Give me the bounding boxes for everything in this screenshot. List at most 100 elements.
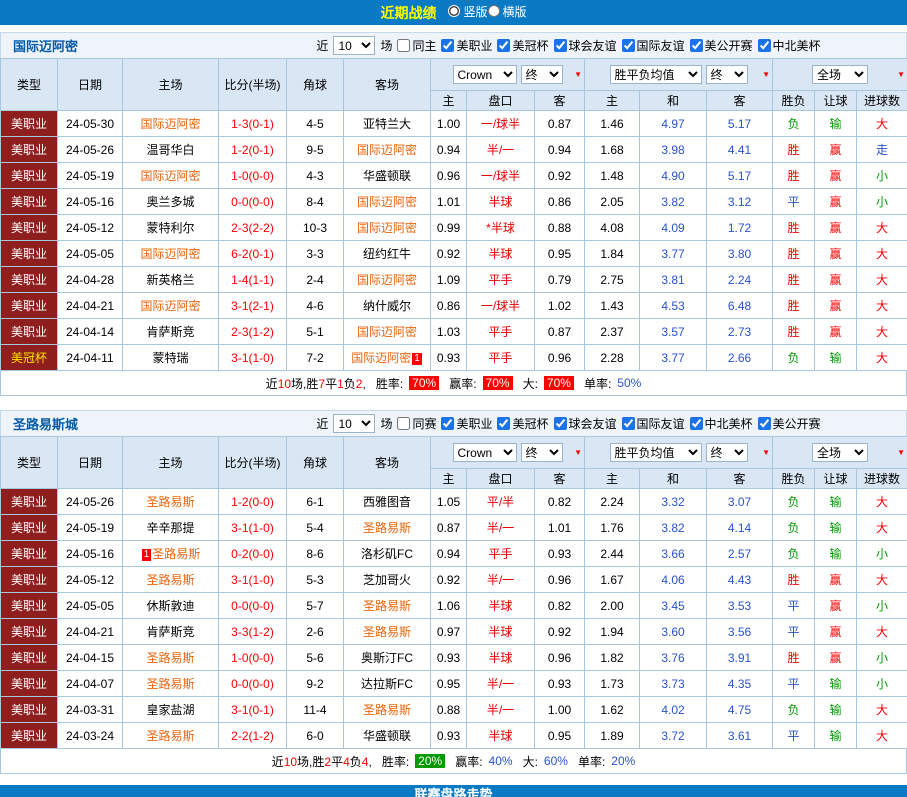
team-link[interactable]: 国际迈阿密 (140, 169, 200, 183)
team-link[interactable]: 国际迈阿密 (140, 247, 200, 261)
asian-odds-group-header: Crown终 ▼ (431, 59, 585, 91)
team-link[interactable]: 华盛顿联 (363, 729, 411, 743)
team-link[interactable]: 温哥华白 (146, 143, 194, 157)
euro-final-select[interactable]: 终 (706, 65, 748, 84)
result-wdl-cell: 胜 (773, 293, 815, 319)
team-link[interactable]: 奥兰多城 (146, 195, 194, 209)
league-filter-checkbox[interactable] (622, 417, 635, 430)
team-link[interactable]: 辛辛那提 (146, 521, 194, 535)
league-filter-checkbox[interactable] (758, 417, 771, 430)
same-filter-checkbox[interactable] (397, 417, 410, 430)
result-goals-cell: 大 (857, 489, 907, 515)
team-link[interactable]: 华盛顿联 (363, 169, 411, 183)
score-cell: 1-4(1-1) (219, 267, 287, 293)
league-filter-checkbox[interactable] (690, 417, 703, 430)
result-goals-cell: 大 (857, 241, 907, 267)
team-link[interactable]: 芝加哥火 (363, 573, 411, 587)
league-filter-checkbox[interactable] (441, 39, 454, 52)
red-dropdown-arrow-icon[interactable]: ▼ (762, 71, 770, 79)
team-link[interactable]: 国际迈阿密 (140, 299, 200, 313)
stat-value: 20% (611, 754, 635, 768)
away-team-cell: 国际迈阿密1 (344, 345, 431, 371)
league-filter-checkbox[interactable] (497, 417, 510, 430)
euro-avg-select[interactable]: 胜平负均值 (610, 443, 702, 462)
scope-select[interactable]: 全场 (812, 65, 868, 84)
league-filter-checkbox[interactable] (554, 417, 567, 430)
team-link[interactable]: 奥斯汀FC (361, 651, 413, 665)
team-link[interactable]: 蒙特瑞 (152, 351, 188, 365)
asian-away-odds: 0.88 (535, 215, 585, 241)
team-link[interactable]: 国际迈阿密 (357, 143, 417, 157)
team-link[interactable]: 休斯敦迪 (146, 599, 194, 613)
red-dropdown-arrow-icon[interactable]: ▼ (897, 449, 905, 457)
team-link[interactable]: 国际迈阿密 (140, 117, 200, 131)
league-filter-checkbox[interactable] (554, 39, 567, 52)
red-dropdown-arrow-icon[interactable]: ▼ (762, 449, 770, 457)
team-link[interactable]: 肯萨斯竞 (146, 625, 194, 639)
layout-radio[interactable] (448, 5, 460, 17)
same-filter-checkbox[interactable] (397, 39, 410, 52)
team-link[interactable]: 肯萨斯竞 (146, 325, 194, 339)
team-link[interactable]: 圣路易斯 (146, 729, 194, 743)
match-row: 美职业24-05-26温哥华白1-2(0-1)9-5国际迈阿密0.94半/一0.… (1, 137, 907, 163)
asian-home-odds: 0.93 (431, 723, 467, 749)
team-section-st-louis: 圣路易斯城 近10场同赛美职业美冠杯球会友谊国际友谊中北美杯美公开赛 类型日期主… (0, 410, 907, 774)
team-link[interactable]: 圣路易斯 (146, 573, 194, 587)
team-link[interactable]: 圣路易斯 (363, 521, 411, 535)
team-link[interactable]: 亚特兰大 (363, 117, 411, 131)
team-link[interactable]: 纽约红牛 (363, 247, 411, 261)
team-link[interactable]: 国际迈阿密 (357, 273, 417, 287)
team-link[interactable]: 新英格兰 (146, 273, 194, 287)
recent-count-select[interactable]: 10 (333, 36, 375, 55)
team-link[interactable]: 纳什威尔 (363, 299, 411, 313)
team-link[interactable]: 圣路易斯 (146, 495, 194, 509)
league-filter-checkbox[interactable] (758, 39, 771, 52)
score-cell: 1-0(0-0) (219, 645, 287, 671)
result-goals-cell: 大 (857, 619, 907, 645)
team-link[interactable]: 圣路易斯 (152, 547, 200, 561)
team-link[interactable]: 洛杉矶FC (361, 547, 413, 561)
asian-final-select[interactable]: 终 (521, 443, 563, 462)
league-filter-checkbox[interactable] (622, 39, 635, 52)
team-link[interactable]: 国际迈阿密 (357, 195, 417, 209)
team-link[interactable]: 圣路易斯 (146, 651, 194, 665)
team-link[interactable]: 国际迈阿密 (357, 221, 417, 235)
recent-count-select[interactable]: 10 (333, 414, 375, 433)
team-name: 国际迈阿密 (1, 36, 231, 55)
layout-radio[interactable] (488, 5, 500, 17)
team-link[interactable]: 圣路易斯 (363, 703, 411, 717)
date-cell: 24-04-21 (58, 619, 123, 645)
asian-away-odds: 0.93 (535, 671, 585, 697)
asian-away-odds: 0.79 (535, 267, 585, 293)
team-link[interactable]: 皇家盐湖 (146, 703, 194, 717)
euro-avg-select[interactable]: 胜平负均值 (610, 65, 702, 84)
team-link[interactable]: 国际迈阿密 (351, 351, 411, 365)
home-team-cell: 新英格兰 (123, 267, 219, 293)
euro-away-odds: 5.17 (707, 163, 773, 189)
bookmaker-select[interactable]: Crown (453, 443, 517, 462)
league-filter-checkbox[interactable] (497, 39, 510, 52)
team-link[interactable]: 西雅图音 (363, 495, 411, 509)
scope-select[interactable]: 全场 (812, 443, 868, 462)
red-dropdown-arrow-icon[interactable]: ▼ (574, 71, 582, 79)
red-dropdown-arrow-icon[interactable]: ▼ (574, 449, 582, 457)
away-team-cell: 纽约红牛 (344, 241, 431, 267)
team-link[interactable]: 国际迈阿密 (357, 325, 417, 339)
euro-draw-odds: 3.73 (640, 671, 707, 697)
euro-home-odds: 1.62 (585, 697, 640, 723)
column-header: 类型 (1, 59, 58, 111)
asian-final-select[interactable]: 终 (521, 65, 563, 84)
bookmaker-select[interactable]: Crown (453, 65, 517, 84)
team-link[interactable]: 蒙特利尔 (146, 221, 194, 235)
header-row: 类型日期主场比分(半场)角球客场Crown终▼胜平负均值终▼全场▼ (1, 59, 907, 91)
team-link[interactable]: 圣路易斯 (363, 625, 411, 639)
red-dropdown-arrow-icon[interactable]: ▼ (897, 71, 905, 79)
corners-cell: 5-3 (287, 567, 344, 593)
euro-final-select[interactable]: 终 (706, 443, 748, 462)
team-link[interactable]: 圣路易斯 (146, 677, 194, 691)
league-filter-checkbox[interactable] (690, 39, 703, 52)
team-link[interactable]: 达拉斯FC (361, 677, 413, 691)
league-filter-checkbox[interactable] (441, 417, 454, 430)
team-link[interactable]: 圣路易斯 (363, 599, 411, 613)
table-body: 美职业24-05-26圣路易斯1-2(0-0)6-1西雅图音1.05平/半0.8… (1, 489, 907, 749)
